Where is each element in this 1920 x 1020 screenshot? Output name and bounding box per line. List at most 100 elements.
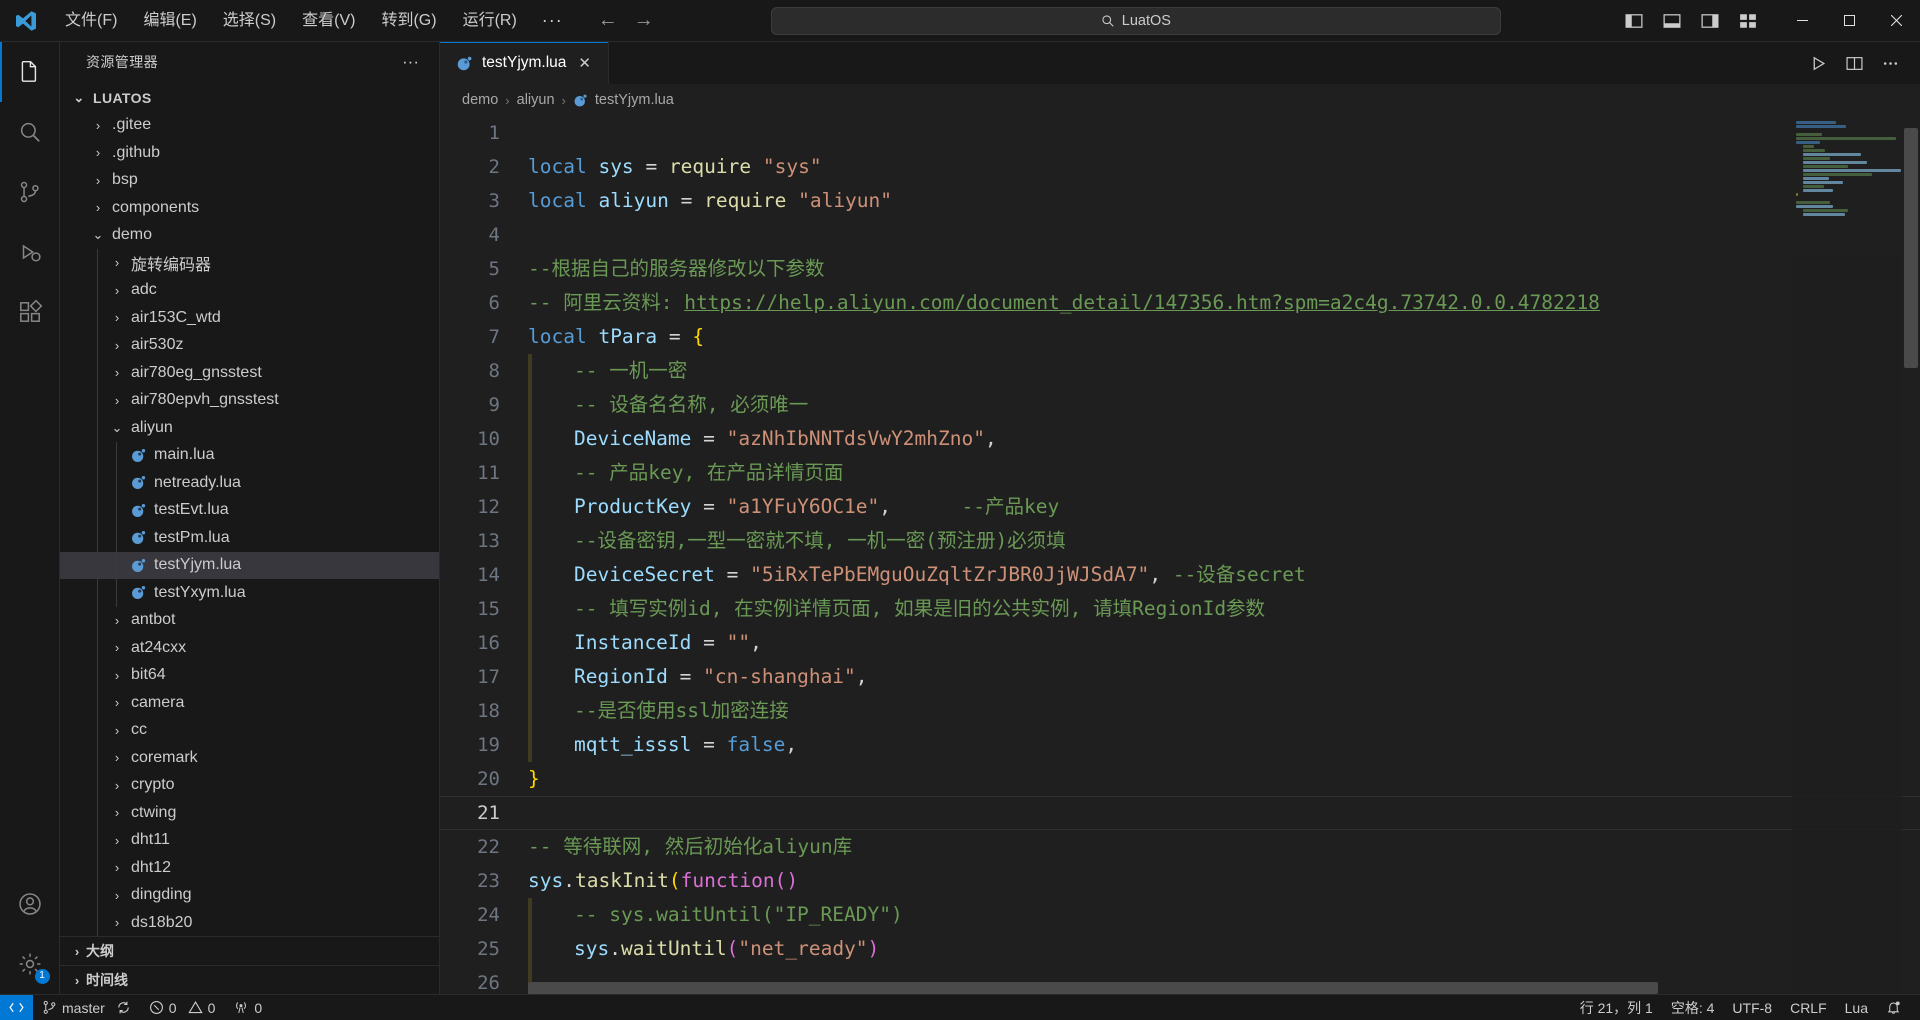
menu-go[interactable]: 转到(G) — [368, 6, 449, 36]
code-line[interactable]: 21 — [440, 796, 1920, 830]
vertical-scrollbar-thumb[interactable] — [1904, 128, 1918, 368]
tree-folder-row[interactable]: › ds18b20 — [60, 909, 439, 936]
window-close-button[interactable] — [1873, 0, 1920, 42]
tree-folder-row[interactable]: › bsp — [60, 167, 439, 195]
code-line[interactable]: 7 local tPara = { — [440, 320, 1920, 354]
code-line[interactable]: 1 — [440, 116, 1920, 150]
code-line[interactable]: 22 -- 等待联网, 然后初始化aliyun库 — [440, 830, 1920, 864]
status-indentation[interactable]: 空格: 4 — [1662, 995, 1724, 1020]
sidebar-item-source-control[interactable] — [0, 162, 60, 222]
breadcrumb-demo[interactable]: demo — [462, 92, 498, 108]
code-line[interactable]: 5 --根据自己的服务器修改以下参数 — [440, 252, 1920, 286]
code-line[interactable]: 2 local sys = require "sys" — [440, 150, 1920, 184]
code-line[interactable]: 19 mqtt_isssl = false, — [440, 728, 1920, 762]
sidebar-section-timeline[interactable]: › 时间线 — [60, 965, 439, 994]
menu-more-button[interactable]: ··· — [530, 6, 575, 35]
arrow-right-icon[interactable]: → — [633, 9, 655, 32]
code-editor[interactable]: 1 2 local sys = require "sys" 3 local aliyu… — [440, 116, 1920, 994]
arrow-left-icon[interactable]: ← — [597, 9, 619, 32]
horizontal-scrollbar[interactable] — [528, 982, 1790, 994]
window-minimize-button[interactable] — [1779, 0, 1826, 42]
customize-layout-icon[interactable] — [1731, 4, 1765, 38]
tree-file-row[interactable]: testYjym.lua — [60, 551, 439, 579]
tree-file-row[interactable]: netready.lua — [60, 469, 439, 497]
explorer-more-button[interactable]: ··· — [396, 52, 425, 72]
command-center-search[interactable]: LuatOS — [770, 6, 1501, 35]
tree-folder-row[interactable]: › dingding — [60, 881, 439, 909]
tree-folder-row[interactable]: › air153C_wtd — [60, 304, 439, 332]
code-line[interactable]: 14 DeviceSecret = "5iRxTePbEMguOuZqltZrJB… — [440, 558, 1920, 592]
toggle-primary-sidebar-icon[interactable] — [1617, 4, 1651, 38]
vertical-scrollbar[interactable] — [1902, 116, 1920, 994]
status-encoding[interactable]: UTF-8 — [1723, 995, 1781, 1020]
code-line[interactable]: 12 ProductKey = "a1YFuY6OC1e", --产品key — [440, 490, 1920, 524]
tree-folder-row[interactable]: › at24cxx — [60, 634, 439, 662]
tree-folder-row[interactable]: › 旋转编码器 — [60, 249, 439, 277]
accounts-button[interactable] — [0, 874, 60, 934]
code-line[interactable]: 8 -- 一机一密 — [440, 354, 1920, 388]
status-branch[interactable]: master — [33, 995, 140, 1020]
notifications-bell-button[interactable] — [1877, 995, 1910, 1020]
window-maximize-button[interactable] — [1826, 0, 1873, 42]
menu-view[interactable]: 查看(V) — [289, 6, 368, 36]
tab-testYjym-lua[interactable]: testYjym.lua ✕ — [440, 42, 609, 84]
tree-folder-row[interactable]: ⌄ aliyun — [60, 414, 439, 442]
code-line[interactable]: 6 -- 阿里云资料: https://help.aliyun.com/docum… — [440, 286, 1920, 320]
code-line[interactable]: 10 DeviceName = "azNhIbNNTdsVwY2mhZno", — [440, 422, 1920, 456]
sidebar-section-outline[interactable]: › 大纲 — [60, 936, 439, 965]
sidebar-item-run-and-debug[interactable] — [0, 222, 60, 282]
tree-folder-row[interactable]: › air530z — [60, 331, 439, 359]
status-cursor-position[interactable]: 行 21，列 1 — [1571, 995, 1662, 1020]
horizontal-scrollbar-thumb[interactable] — [528, 982, 1658, 994]
code-line[interactable]: 4 — [440, 218, 1920, 252]
tree-folder-row[interactable]: › .github — [60, 139, 439, 167]
code-line[interactable]: 25 sys.waitUntil("net_ready") — [440, 932, 1920, 966]
sidebar-item-search[interactable] — [0, 102, 60, 162]
file-tree[interactable]: ⌄ LUATOS › .gitee › .github › bsp › components ⌄… — [60, 82, 439, 936]
tree-root-luatos[interactable]: ⌄ LUATOS — [60, 84, 439, 112]
status-ports[interactable]: 0 — [224, 995, 271, 1020]
code-line[interactable]: 11 -- 产品key, 在产品详情页面 — [440, 456, 1920, 490]
code-content[interactable]: 1 2 local sys = require "sys" 3 local aliyu… — [440, 116, 1920, 994]
tree-folder-row[interactable]: › air780epvh_gnsstest — [60, 386, 439, 414]
tree-folder-row[interactable]: › .gitee — [60, 112, 439, 140]
code-line[interactable]: 24 -- sys.waitUntil("IP_READY") — [440, 898, 1920, 932]
menu-edit[interactable]: 编辑(E) — [130, 6, 209, 36]
tree-file-row[interactable]: testYxym.lua — [60, 579, 439, 607]
breadcrumb-file[interactable]: testYjym.lua — [595, 92, 674, 108]
tree-folder-row[interactable]: › ctwing — [60, 799, 439, 827]
code-scroll-region[interactable]: 1 2 local sys = require "sys" 3 local aliyu… — [440, 116, 1920, 994]
status-problems[interactable]: 0 0 — [140, 995, 225, 1020]
menu-file[interactable]: 文件(F) — [52, 6, 130, 36]
code-line[interactable]: 17 RegionId = "cn-shanghai", — [440, 660, 1920, 694]
tree-folder-row[interactable]: › cc — [60, 716, 439, 744]
toggle-secondary-sidebar-icon[interactable] — [1693, 4, 1727, 38]
tree-folder-row[interactable]: ⌄ demo — [60, 222, 439, 250]
toggle-panel-icon[interactable] — [1655, 4, 1689, 38]
tree-file-row[interactable]: testPm.lua — [60, 524, 439, 552]
code-line[interactable]: 18 --是否使用ssl加密连接 — [440, 694, 1920, 728]
tree-folder-row[interactable]: › antbot — [60, 606, 439, 634]
tree-folder-row[interactable]: › dht12 — [60, 854, 439, 882]
sidebar-item-explorer[interactable] — [0, 42, 60, 102]
remote-window-button[interactable] — [0, 994, 33, 1020]
code-line[interactable]: 13 --设备密钥,一型一密就不填, 一机一密(预注册)必须填 — [440, 524, 1920, 558]
menu-selection[interactable]: 选择(S) — [210, 6, 289, 36]
code-line[interactable]: 9 -- 设备名名称, 必须唯一 — [440, 388, 1920, 422]
settings-button[interactable]: 1 — [0, 934, 60, 994]
tree-folder-row[interactable]: › components — [60, 194, 439, 222]
tree-folder-row[interactable]: › bit64 — [60, 661, 439, 689]
tree-folder-row[interactable]: › dht11 — [60, 826, 439, 854]
sidebar-item-extensions[interactable] — [0, 282, 60, 342]
breadcrumb-aliyun[interactable]: aliyun — [517, 92, 555, 108]
code-line[interactable]: 20} — [440, 762, 1920, 796]
code-line[interactable]: 15 -- 填写实例id, 在实例详情页面, 如果是旧的公共实例, 请填Regio… — [440, 592, 1920, 626]
close-icon[interactable]: ✕ — [575, 54, 594, 72]
tree-folder-row[interactable]: › coremark — [60, 744, 439, 772]
tree-file-row[interactable]: testEvt.lua — [60, 496, 439, 524]
split-editor-icon[interactable] — [1838, 47, 1870, 79]
tree-folder-row[interactable]: › adc — [60, 276, 439, 304]
tree-folder-row[interactable]: › crypto — [60, 771, 439, 799]
status-eol[interactable]: CRLF — [1781, 995, 1836, 1020]
run-icon[interactable] — [1802, 47, 1834, 79]
